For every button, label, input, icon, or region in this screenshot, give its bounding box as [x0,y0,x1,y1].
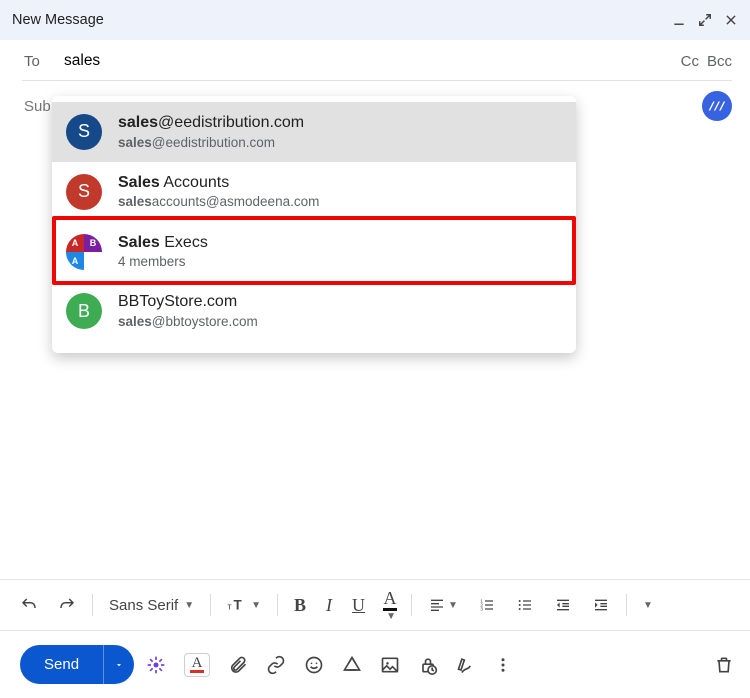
window-controls [672,13,738,27]
compose-action-icons: A [146,653,734,677]
compose-footer: Sans Serif▼ тT▼ B I U A▼ ▼ 123 ▼ Send [0,579,750,698]
send-options-button[interactable] [103,645,134,684]
compose-window: New Message To Cc Bcc [0,0,750,698]
minimize-icon[interactable] [672,13,686,27]
text-color-button[interactable]: A [184,653,210,677]
suggestion-sub: sales@eedistribution.com [118,134,304,152]
text-color-icon[interactable]: A▼ [377,586,403,624]
suggestion-sub: 4 members [118,253,208,271]
to-label: To [24,53,52,70]
image-icon[interactable] [380,655,400,675]
recipient-suggestions-dropdown: S sales@eedistribution.com sales@eedistr… [52,96,576,353]
suggestion-title: Sales Execs [118,232,208,254]
suggestion-title: sales@eedistribution.com [118,112,304,134]
formatting-toolbar: Sans Serif▼ тT▼ B I U A▼ ▼ 123 ▼ [0,579,750,631]
svg-text:3: 3 [480,606,483,611]
avatar-icon: S [66,114,102,150]
avatar-icon: B [66,293,102,329]
numbered-list-icon[interactable]: 123 [470,593,504,617]
suggestion-item[interactable]: S Sales Accounts salesaccounts@asmodeena… [52,162,576,222]
suggestion-title: Sales Accounts [118,172,319,194]
recipients-row: To Cc Bcc [0,40,750,80]
signature-icon[interactable] [456,655,476,675]
more-formatting-icon[interactable]: ▼ [635,596,661,615]
close-icon[interactable] [724,13,738,27]
underline-icon[interactable]: U [344,591,373,620]
indent-icon[interactable] [584,593,618,617]
more-icon[interactable] [494,656,512,674]
suggestion-item[interactable]: S sales@eedistribution.com sales@eedistr… [52,102,576,162]
svg-text:т: т [228,602,232,612]
link-icon[interactable] [266,655,286,675]
send-button[interactable]: Send [20,645,103,684]
send-row: Send A [0,631,750,684]
compose-title: New Message [12,12,672,28]
redo-icon[interactable] [50,592,84,618]
extension-compose-icon[interactable] [146,655,166,675]
bcc-button[interactable]: Bcc [707,53,732,70]
bold-icon[interactable]: B [286,591,314,620]
suggestion-title: BBToyStore.com [118,291,258,313]
outdent-icon[interactable] [546,593,580,617]
suggestion-item[interactable]: B BBToyStore.com sales@bbtoystore.com [52,281,576,341]
compose-header: New Message [0,0,750,40]
to-input[interactable] [64,52,681,70]
text-size-icon[interactable]: тT▼ [219,592,269,618]
bulleted-list-icon[interactable] [508,593,542,617]
font-selector[interactable]: Sans Serif▼ [101,593,202,618]
send-button-group: Send [20,645,134,684]
confidential-icon[interactable] [418,655,438,675]
italic-icon[interactable]: I [318,591,340,620]
trash-icon[interactable] [714,655,734,675]
group-avatar-icon: A B A A [66,234,102,270]
avatar-icon: S [66,174,102,210]
svg-text:T: T [234,598,243,613]
suggestion-sub: salesaccounts@asmodeena.com [118,193,319,211]
extension-badge-icon[interactable] [702,91,732,121]
emoji-icon[interactable] [304,655,324,675]
suggestion-item[interactable]: A B A A Sales Execs 4 members [52,222,576,282]
align-icon[interactable]: ▼ [420,593,466,617]
drive-icon[interactable] [342,655,362,675]
cc-button[interactable]: Cc [681,53,699,70]
undo-icon[interactable] [12,592,46,618]
suggestion-sub: sales@bbtoystore.com [118,313,258,331]
fullscreen-icon[interactable] [698,13,712,27]
attach-icon[interactable] [228,655,248,675]
